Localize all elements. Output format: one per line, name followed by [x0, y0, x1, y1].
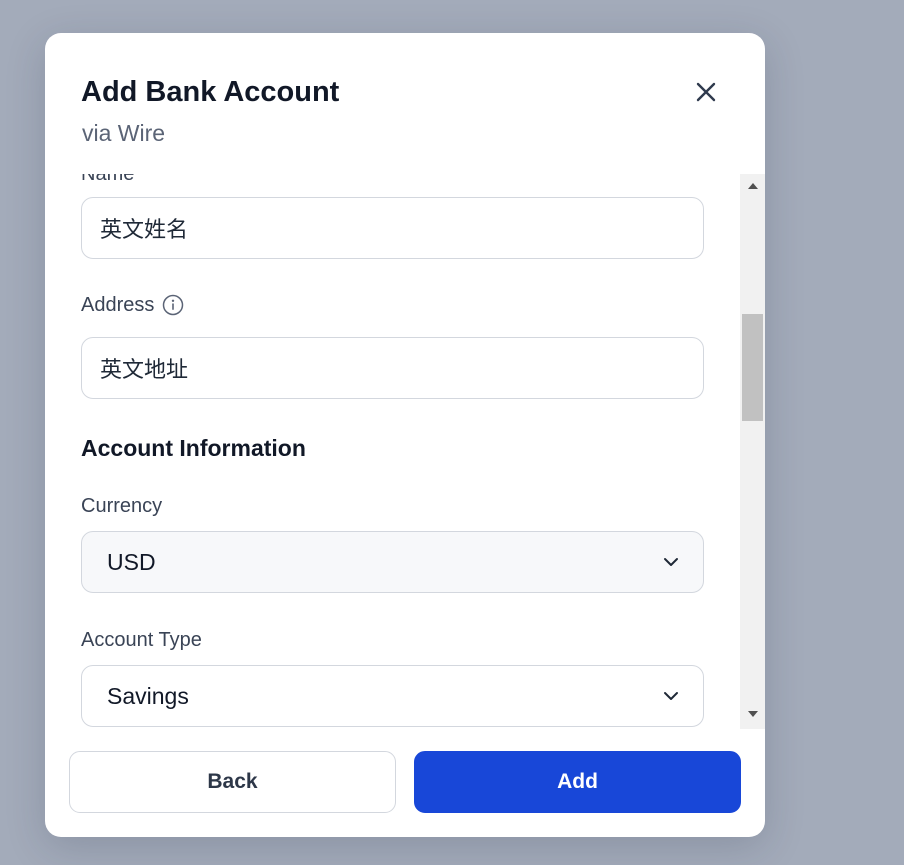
- scrollbar[interactable]: [740, 174, 765, 729]
- scroll-down-button[interactable]: [740, 704, 765, 724]
- arrow-down-icon: [747, 711, 758, 717]
- currency-select[interactable]: USD: [81, 531, 704, 593]
- scrollbar-thumb[interactable]: [742, 314, 763, 421]
- close-icon: [696, 82, 716, 102]
- chevron-down-icon: [664, 692, 678, 700]
- modal-title: Add Bank Account: [81, 76, 340, 108]
- chevron-down-icon: [664, 558, 678, 566]
- arrow-up-icon: [747, 183, 758, 189]
- currency-value: USD: [107, 548, 156, 575]
- info-icon[interactable]: [162, 294, 184, 316]
- name-input[interactable]: [81, 197, 704, 259]
- account-information-heading: Account Information: [81, 435, 306, 461]
- add-button[interactable]: Add: [414, 751, 741, 813]
- address-input[interactable]: [81, 337, 704, 399]
- modal-subtitle: via Wire: [82, 120, 166, 146]
- account-type-select[interactable]: Savings: [81, 665, 704, 727]
- add-bank-account-modal: Add Bank Account via Wire Name Address: [45, 33, 765, 837]
- back-button[interactable]: Back: [69, 751, 396, 813]
- account-type-label: Account Type: [81, 629, 202, 651]
- name-label: Name: [81, 174, 135, 185]
- close-button[interactable]: [691, 77, 721, 107]
- address-label-row: Address: [81, 293, 184, 317]
- scroll-up-button[interactable]: [740, 176, 765, 196]
- address-label: Address: [81, 294, 155, 316]
- account-type-value: Savings: [107, 682, 189, 709]
- currency-label: Currency: [81, 495, 163, 517]
- form-scroll-area[interactable]: Name Address Account Information Currenc…: [45, 174, 740, 729]
